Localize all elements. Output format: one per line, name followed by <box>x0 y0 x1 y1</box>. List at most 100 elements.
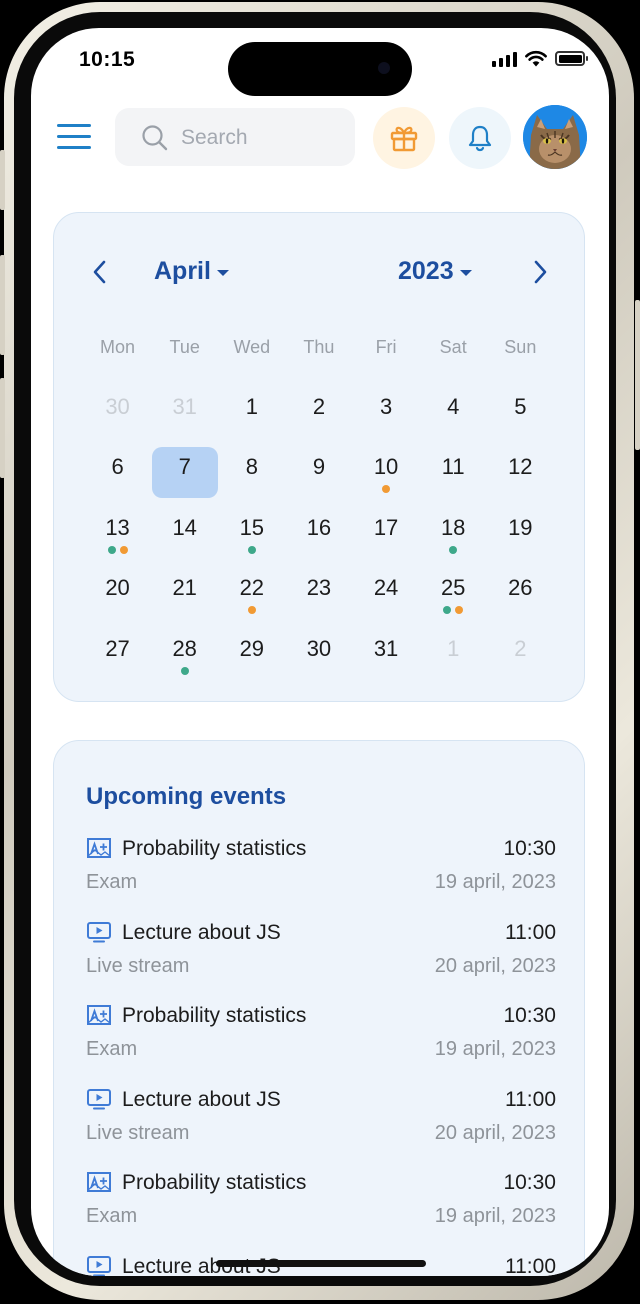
calendar-day[interactable]: 2 <box>285 383 352 443</box>
calendar-day[interactable]: 15 <box>218 504 285 564</box>
event-item[interactable]: Lecture about JS 11:00 Live stream 20 april… <box>86 1084 556 1154</box>
calendar-day[interactable]: 31 <box>353 625 420 685</box>
day-number: 24 <box>373 575 399 601</box>
events-title: Upcoming events <box>86 783 287 810</box>
day-number: 14 <box>172 514 197 540</box>
calendar-day[interactable]: 18 <box>420 504 487 564</box>
calendar-day[interactable]: 25 <box>420 564 487 624</box>
gift-button[interactable] <box>373 107 435 169</box>
calendar-day[interactable]: 20 <box>84 564 151 624</box>
calendar-day[interactable]: 28 <box>151 625 218 685</box>
event-dots <box>218 606 285 615</box>
event-date: 19 april, 2023 <box>434 871 556 893</box>
event-dots <box>420 545 487 554</box>
orange-event-dot <box>455 606 464 615</box>
day-number: 6 <box>111 454 124 480</box>
event-type: Exam <box>86 1038 138 1060</box>
notifications-button[interactable] <box>449 107 511 169</box>
exam-grade-icon <box>86 837 112 859</box>
calendar-day[interactable]: 26 <box>487 564 554 624</box>
weekday-label: Wed <box>233 337 271 357</box>
calendar-day[interactable]: 13 <box>84 504 151 564</box>
wifi-icon <box>525 50 547 67</box>
day-number: 18 <box>440 514 466 540</box>
calendar-day[interactable]: 27 <box>84 625 151 685</box>
event-time: 11:00 <box>505 1087 556 1111</box>
green-event-dot <box>180 666 189 675</box>
event-date: 19 april, 2023 <box>434 1038 556 1060</box>
calendar-day[interactable]: 31 <box>151 383 218 443</box>
calendar-day[interactable]: 1 <box>218 383 285 443</box>
calendar-day[interactable]: 16 <box>285 504 352 564</box>
weekday-label: Sun <box>504 337 537 357</box>
event-dots <box>84 545 151 554</box>
calendar-day[interactable]: 12 <box>487 443 554 503</box>
calendar-day[interactable]: 6 <box>84 443 151 503</box>
calendar-day[interactable]: 29 <box>218 625 285 685</box>
screen: 10:15 Search April 2023 Mon Tue Wed Thu … <box>31 28 609 1276</box>
calendar-day[interactable]: 8 <box>218 443 285 503</box>
calendar-day[interactable]: 2 <box>487 625 554 685</box>
orange-event-dot <box>119 545 128 554</box>
event-item[interactable]: Probability statistics 10:30 Exam 19 april,… <box>86 833 556 903</box>
cat-avatar-icon <box>523 105 587 169</box>
exam-grade-icon <box>86 1004 112 1026</box>
calendar-day-selected[interactable]: 7 <box>151 443 218 503</box>
day-number: 8 <box>245 454 258 480</box>
calendar-day[interactable]: 5 <box>487 383 554 443</box>
weekday-label: Mon <box>100 337 136 357</box>
calendar-day[interactable]: 17 <box>353 504 420 564</box>
day-number: 30 <box>105 394 130 419</box>
search-icon <box>142 125 168 151</box>
dynamic-island <box>228 42 412 96</box>
calendar-day[interactable]: 30 <box>84 383 151 443</box>
weekday-header: Mon Tue Wed Thu Fri Sat Sun <box>84 337 554 358</box>
calendar-day[interactable]: 1 <box>420 625 487 685</box>
chevron-right-icon[interactable] <box>526 257 554 287</box>
volume-up-button <box>0 255 5 355</box>
event-item[interactable]: Lecture about JS 11:00 Live stream 20 april… <box>86 917 556 987</box>
calendar-day[interactable]: 4 <box>420 383 487 443</box>
year-select[interactable]: 2023 <box>398 257 472 286</box>
day-number: 7 <box>178 454 191 480</box>
month-select[interactable]: April <box>154 257 229 286</box>
calendar-day[interactable]: 19 <box>487 504 554 564</box>
event-name: Lecture about JS <box>122 920 281 944</box>
calendar-day[interactable]: 14 <box>151 504 218 564</box>
calendar-day[interactable]: 30 <box>285 625 352 685</box>
event-type: Exam <box>86 1205 138 1227</box>
event-type: Live stream <box>86 954 190 977</box>
day-number: 3 <box>379 394 393 419</box>
weekday-label: Fri <box>375 337 397 357</box>
calendar-card: April 2023 Mon Tue Wed Thu Fri Sat Sun 3… <box>53 212 585 702</box>
hamburger-menu-icon[interactable] <box>57 124 93 150</box>
search-input[interactable] <box>179 120 343 156</box>
weekday-label: Sat <box>439 337 467 357</box>
event-time: 11:00 <box>505 1254 556 1277</box>
day-number: 26 <box>508 575 533 601</box>
calendar-day[interactable]: 23 <box>285 564 352 624</box>
event-item[interactable]: Probability statistics 10:30 Exam 19 april,… <box>86 1000 556 1070</box>
day-number: 2 <box>312 394 326 419</box>
calendar-day[interactable]: 24 <box>353 564 420 624</box>
calendar-day[interactable]: 10 <box>353 443 420 503</box>
user-avatar[interactable] <box>523 105 587 169</box>
calendar-day[interactable]: 9 <box>285 443 352 503</box>
day-number: 22 <box>239 575 265 601</box>
day-number: 13 <box>105 514 130 540</box>
orange-event-dot <box>247 606 256 615</box>
calendar-day[interactable]: 11 <box>420 443 487 503</box>
status-time: 10:15 <box>79 48 136 71</box>
exam-grade-icon <box>86 1171 112 1193</box>
day-number: 16 <box>306 514 332 540</box>
chevron-left-icon[interactable] <box>86 257 114 287</box>
gift-icon <box>390 126 418 152</box>
day-number: 19 <box>508 514 533 540</box>
home-indicator <box>216 1260 426 1267</box>
event-item[interactable]: Probability statistics 10:30 Exam 19 april,… <box>86 1167 556 1237</box>
calendar-day[interactable]: 22 <box>218 564 285 624</box>
event-name: Probability statistics <box>122 1004 307 1027</box>
calendar-day[interactable]: 3 <box>353 383 420 443</box>
calendar-day[interactable]: 21 <box>151 564 218 624</box>
event-time: 10:30 <box>503 837 556 860</box>
